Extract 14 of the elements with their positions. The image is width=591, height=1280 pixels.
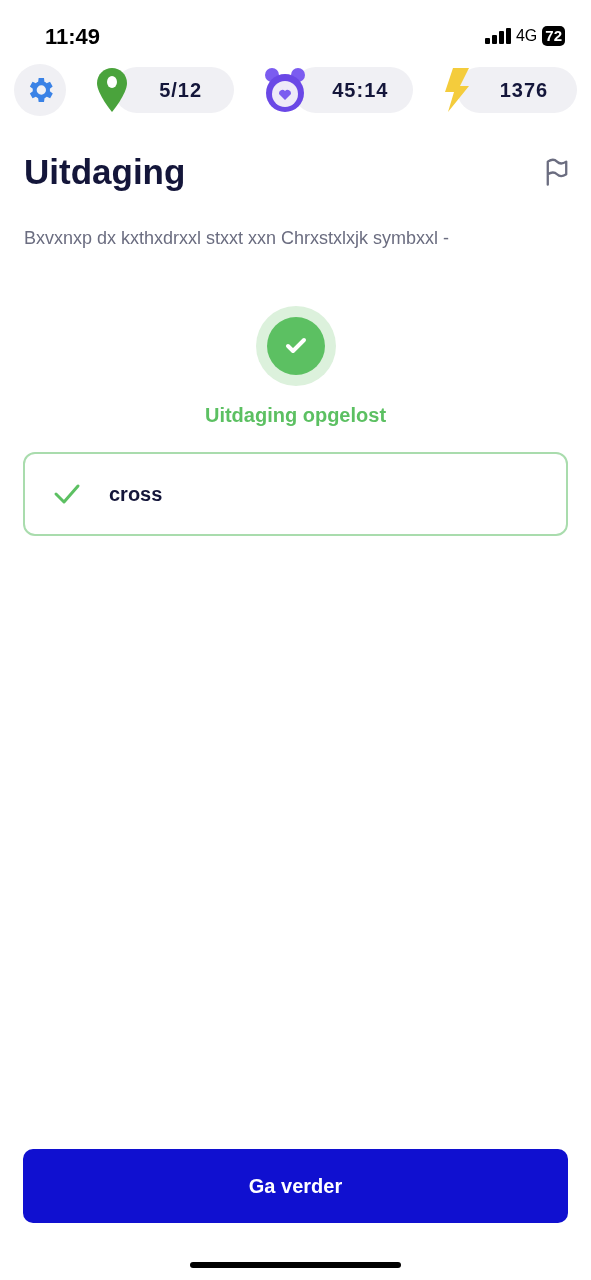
continue-button[interactable]: Ga verder [23, 1149, 568, 1223]
result-label: Uitdaging opgelost [204, 402, 387, 428]
status-time: 11:49 [45, 22, 101, 51]
network-label: 4G [515, 26, 538, 46]
challenge-description: Bxvxnxp dx kxthxdrxxl stxxt xxn Chrxstxlxjk symbxxl - [23, 226, 451, 250]
page-title: Uitdaging [24, 151, 186, 193]
lightning-icon [442, 67, 471, 113]
map-pin-icon [95, 67, 128, 113]
signal-icon [484, 28, 511, 44]
alarm-clock-icon [263, 67, 308, 113]
settings-button[interactable] [14, 64, 66, 116]
check-icon [53, 482, 81, 505]
answer-text: cross [109, 481, 163, 507]
battery-indicator: 72 [542, 26, 565, 46]
